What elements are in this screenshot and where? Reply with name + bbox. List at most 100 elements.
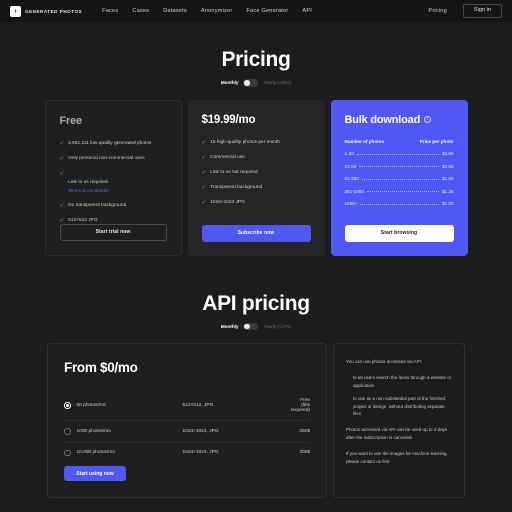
pricing-section-header: Pricing Monthly Yearly (-22%) xyxy=(0,48,512,87)
note-paragraph-2: Photos accessed via API can be used up t… xyxy=(346,427,448,441)
bulk-title: Bulk download xyxy=(344,113,421,126)
api-toggle-label-yearly[interactable]: Yearly (-17%) xyxy=(263,324,291,329)
toggle-label-yearly[interactable]: Yearly (-22%) xyxy=(263,80,291,85)
dot-leader xyxy=(359,166,439,167)
api-plan-option[interactable]: 50 photos/mo 512×512, JPG Free (link req… xyxy=(64,391,310,421)
api-plan-cost: 250$ xyxy=(299,428,310,434)
free-plan-title: Free xyxy=(59,114,83,127)
table-row: 51-250 $1.50 xyxy=(345,176,454,181)
nav-item-face-generator[interactable]: Face Generator xyxy=(246,8,288,14)
nav-item-api[interactable]: API xyxy=(302,8,312,14)
api-usage-note: You can use photos accessed via API: to … xyxy=(333,343,465,498)
start-trial-button[interactable]: Start trial now xyxy=(59,223,167,241)
api-billing-toggle-row: Monthly Yearly (-17%) xyxy=(0,322,512,330)
api-plan-name: 50 photos/mo xyxy=(76,403,106,408)
api-section-header: API pricing Monthly Yearly (-17%) xyxy=(0,291,512,330)
api-price-heading: From $0/mo xyxy=(64,360,138,375)
terms-and-conditions-link[interactable]: Terms & conditions xyxy=(68,188,109,195)
check-icon: ✓ xyxy=(59,155,65,162)
api-plan-card: From $0/mo 50 photos/mo 512×512, JPG Fre… xyxy=(47,343,327,498)
radio-icon[interactable] xyxy=(64,449,71,456)
dot-leader xyxy=(361,178,439,180)
check-icon: ✓ xyxy=(201,154,207,161)
check-icon: ✓ xyxy=(201,139,207,146)
radio-icon[interactable] xyxy=(64,402,71,409)
radio-icon[interactable] xyxy=(64,428,71,435)
table-row: 1000+ $1.00 xyxy=(345,201,454,206)
feature-text-with-link: Link to us required. Terms & conditions xyxy=(68,170,109,195)
bulk-range: 21-50 xyxy=(344,163,357,169)
plan-card-free: Free ✓ 2,681,111 low-quality generated p… xyxy=(44,99,182,256)
note-paragraph-3: If you want to use the images for machin… xyxy=(346,451,448,464)
plan-card-pro: $19.99/mo ✓ 15 high-quality photos per m… xyxy=(187,99,325,256)
dot-leader xyxy=(366,191,439,192)
check-icon: ✓ xyxy=(59,140,65,147)
dot-leader xyxy=(356,153,439,155)
note-bullet: to let users search the faces through a … xyxy=(347,373,452,390)
check-icon: ✓ xyxy=(201,169,207,176)
feature-item: ✓ Commercial use xyxy=(202,154,311,162)
nav-item-anonymizer[interactable]: Anonymizer xyxy=(201,8,233,14)
feature-text: 1024×1024 JPG xyxy=(210,199,245,205)
pricing-cards: Free ✓ 2,681,111 low-quality generated p… xyxy=(0,99,512,256)
note-intro: You can use photos accessed via API: xyxy=(346,359,423,364)
brand-name: GENERATED PHOTOS xyxy=(25,8,83,14)
nav-item-datasets[interactable]: Datasets xyxy=(163,8,187,14)
switch-knob xyxy=(244,323,250,329)
feature-item: ✓ Link to us required. Terms & condition… xyxy=(60,170,167,195)
brand-logo[interactable]: › GENERATED PHOTOS xyxy=(10,5,83,17)
api-plan-size: 512×512, JPG xyxy=(182,403,214,408)
nav-item-pricing[interactable]: Pricing xyxy=(428,8,447,14)
pro-plan-price: $19.99/mo xyxy=(201,113,256,126)
bulk-range: 1-20 xyxy=(344,151,354,156)
bulk-col-price: Price per photo xyxy=(419,138,454,144)
feature-item: ✓ 15 high-quality photos per month xyxy=(202,139,311,147)
nav-right: Pricing Sign in xyxy=(428,3,502,19)
start-using-now-button[interactable]: Start using now xyxy=(64,466,126,481)
bulk-header: Bulk download i xyxy=(345,114,454,126)
nav-item-cases[interactable]: Cases xyxy=(132,8,149,14)
api-plan-size: 1024×1024, JPG xyxy=(182,428,219,434)
api-plan-cost: 300$ xyxy=(299,450,310,456)
api-plan-option[interactable]: 10,000 photos/mo 1024×1024, JPG 300$ xyxy=(64,443,310,464)
feature-item: ✓ 1024×1024 JPG xyxy=(202,199,311,207)
table-row: 1-20 $2.99 xyxy=(345,151,454,156)
feature-item: ✓ No transparent background xyxy=(60,202,167,210)
top-navbar: › GENERATED PHOTOS Faces Cases Datasets … xyxy=(0,0,512,22)
bulk-price: $1.50 xyxy=(442,176,454,181)
pro-feature-list: ✓ 15 high-quality photos per month ✓ Com… xyxy=(202,139,311,207)
bulk-range: 251-1000 xyxy=(344,188,364,194)
plan-card-bulk: Bulk download i Number of photos Price p… xyxy=(330,99,468,256)
start-browsing-button[interactable]: Start browsing xyxy=(344,224,454,242)
feature-text: Link to us not required xyxy=(210,169,258,175)
free-feature-list: ✓ 2,681,111 low-quality generated photos… xyxy=(60,140,167,225)
check-icon: ✓ xyxy=(201,199,207,206)
toggle-label-monthly[interactable]: Monthly xyxy=(221,80,239,85)
billing-toggle-row: Monthly Yearly (-22%) xyxy=(0,79,512,87)
feature-text: 15 high-quality photos per month xyxy=(210,139,280,145)
api-toggle-label-monthly[interactable]: Monthly xyxy=(221,324,239,329)
feature-text: Link to us required. xyxy=(68,179,109,185)
dot-leader xyxy=(360,203,439,205)
bulk-price-table: Number of photos Price per photo 1-20 $2… xyxy=(345,139,454,207)
check-icon: ✓ xyxy=(201,184,207,191)
subscribe-button[interactable]: Subscribe now xyxy=(201,224,311,242)
api-billing-period-switch[interactable] xyxy=(243,322,259,330)
check-icon: ✓ xyxy=(59,202,65,209)
feature-text: Only personal non-commercial uses xyxy=(68,155,145,161)
logo-icon: › xyxy=(10,5,21,17)
info-icon[interactable]: i xyxy=(424,116,432,123)
table-row: 21-50 $2.00 xyxy=(345,164,454,169)
bulk-range: 51-250 xyxy=(344,176,359,181)
api-plan-rows: 50 photos/mo 512×512, JPG Free (link req… xyxy=(64,391,310,463)
feature-item: ✓ Link to us not required xyxy=(202,169,311,177)
nav-item-faces[interactable]: Faces xyxy=(102,8,118,14)
signin-button[interactable]: Sign in xyxy=(462,3,502,19)
bulk-col-photos: Number of photos xyxy=(344,138,385,144)
billing-period-switch[interactable] xyxy=(243,79,259,87)
api-title: API pricing xyxy=(202,291,310,315)
check-icon: ✓ xyxy=(59,170,65,177)
api-plan-name: 1000 photos/mo xyxy=(76,428,111,434)
note-bullet-list: to let users search the faces through a … xyxy=(346,373,452,418)
api-plan-option[interactable]: 1000 photos/mo 1024×1024, JPG 250$ xyxy=(64,421,310,443)
